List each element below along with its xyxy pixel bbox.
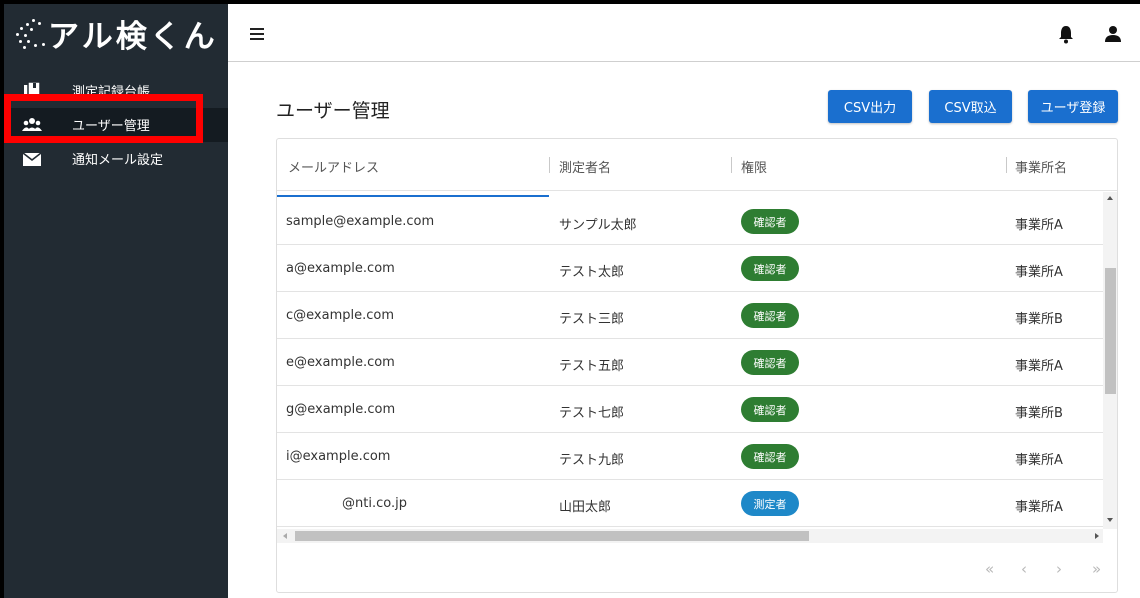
hamburger-icon[interactable]	[250, 28, 264, 40]
table-body: sample@example.com サンプル太郎 確認者 事業所A a@exa…	[277, 198, 1103, 529]
column-header-role[interactable]: 権限	[741, 157, 767, 176]
csv-import-button[interactable]: CSV取込	[929, 90, 1012, 123]
cell-name: テスト太郎	[559, 265, 625, 280]
table-row[interactable]: sample@example.com サンプル太郎 確認者 事業所A	[277, 198, 1103, 245]
column-divider	[1006, 157, 1007, 173]
table-row[interactable]: e@example.com テスト五郎 確認者 事業所A	[277, 339, 1103, 386]
horizontal-scrollbar-thumb[interactable]	[295, 531, 809, 541]
table-header: メールアドレス 測定者名 権限 事業所名	[277, 139, 1117, 191]
column-divider	[731, 157, 732, 173]
mail-icon	[22, 152, 42, 166]
cell-email: a@example.com	[286, 261, 395, 276]
register-user-button[interactable]: ユーザ登録	[1028, 90, 1118, 123]
sidebar-item-users[interactable]: ユーザー管理	[4, 108, 228, 142]
sidebar-item-label: 測定記録台帳	[72, 85, 151, 100]
cell-email: sample@example.com	[286, 214, 435, 229]
cell-name: テスト七郎	[559, 406, 625, 421]
sidebar-item-label: 通知メール設定	[72, 153, 164, 168]
logo-sparkle-icon	[16, 17, 46, 49]
header-focus-indicator	[277, 195, 549, 197]
table-row[interactable]: c@example.com テスト三郎 確認者 事業所B	[277, 292, 1103, 339]
cell-email: e@example.com	[286, 355, 395, 370]
role-badge: 確認者	[741, 350, 799, 375]
cell-office: 事業所A	[1015, 359, 1063, 374]
page-title: ユーザー管理	[276, 100, 390, 122]
sidebar: アル検くん 測定記録台帳 ユーザー管理 通知メール設定	[4, 4, 228, 598]
cell-name: テスト五郎	[559, 359, 625, 374]
cell-name: 山田太郎	[559, 500, 612, 515]
next-page-button[interactable]: ›	[1056, 560, 1062, 578]
column-divider	[549, 157, 550, 173]
table-row[interactable]: @nti.co.jp 山田太郎 測定者 事業所A	[277, 480, 1103, 527]
column-header-email[interactable]: メールアドレス	[288, 157, 379, 176]
cell-name: テスト九郎	[559, 453, 625, 468]
column-header-office[interactable]: 事業所名	[1015, 157, 1067, 176]
cell-name: テスト三郎	[559, 312, 625, 327]
role-badge: 測定者	[741, 491, 799, 516]
column-header-name[interactable]: 測定者名	[559, 157, 611, 176]
csv-export-button[interactable]: CSV出力	[828, 90, 912, 123]
users-icon	[22, 118, 42, 131]
role-badge: 確認者	[741, 444, 799, 469]
role-badge: 確認者	[741, 209, 799, 234]
scroll-left-arrow-icon[interactable]	[283, 533, 287, 539]
role-badge: 確認者	[741, 256, 799, 281]
sidebar-item-label: ユーザー管理	[72, 119, 150, 134]
role-badge: 確認者	[741, 303, 799, 328]
sidebar-item-mail-settings[interactable]: 通知メール設定	[4, 142, 228, 176]
scroll-right-arrow-icon[interactable]	[1095, 533, 1099, 539]
logo-text: アル検くん	[48, 18, 218, 55]
last-page-button[interactable]: »	[1092, 560, 1101, 578]
cell-name: サンプル太郎	[559, 218, 637, 233]
cell-office: 事業所A	[1015, 453, 1063, 468]
role-badge: 確認者	[741, 397, 799, 422]
cell-email: g@example.com	[286, 402, 396, 417]
cell-office: 事業所A	[1015, 500, 1063, 515]
cell-office: 事業所B	[1015, 312, 1063, 327]
cell-email: i@example.com	[286, 449, 391, 464]
cell-office: 事業所A	[1015, 265, 1063, 280]
top-bar	[228, 4, 1140, 62]
scroll-down-arrow-icon[interactable]	[1107, 518, 1113, 522]
cell-office: 事業所B	[1015, 406, 1063, 421]
cell-email: c@example.com	[286, 308, 394, 323]
cell-office: 事業所A	[1015, 218, 1063, 233]
bell-icon[interactable]	[1058, 24, 1074, 44]
previous-page-button[interactable]: ‹	[1021, 560, 1027, 578]
table-row[interactable]: i@example.com テスト九郎 確認者 事業所A	[277, 433, 1103, 480]
user-icon[interactable]	[1104, 24, 1122, 44]
cell-email: @nti.co.jp	[342, 496, 407, 511]
vertical-scrollbar-thumb[interactable]	[1105, 268, 1116, 394]
sidebar-nav: 測定記録台帳 ユーザー管理 通知メール設定	[4, 74, 228, 176]
first-page-button[interactable]: «	[985, 560, 994, 578]
table-row[interactable]: a@example.com テスト太郎 確認者 事業所A	[277, 245, 1103, 292]
app-logo: アル検くん	[16, 10, 218, 56]
table-row[interactable]: g@example.com テスト七郎 確認者 事業所B	[277, 386, 1103, 433]
book-icon	[24, 81, 41, 99]
scroll-up-arrow-icon[interactable]	[1107, 196, 1113, 200]
sidebar-item-records[interactable]: 測定記録台帳	[4, 74, 228, 108]
